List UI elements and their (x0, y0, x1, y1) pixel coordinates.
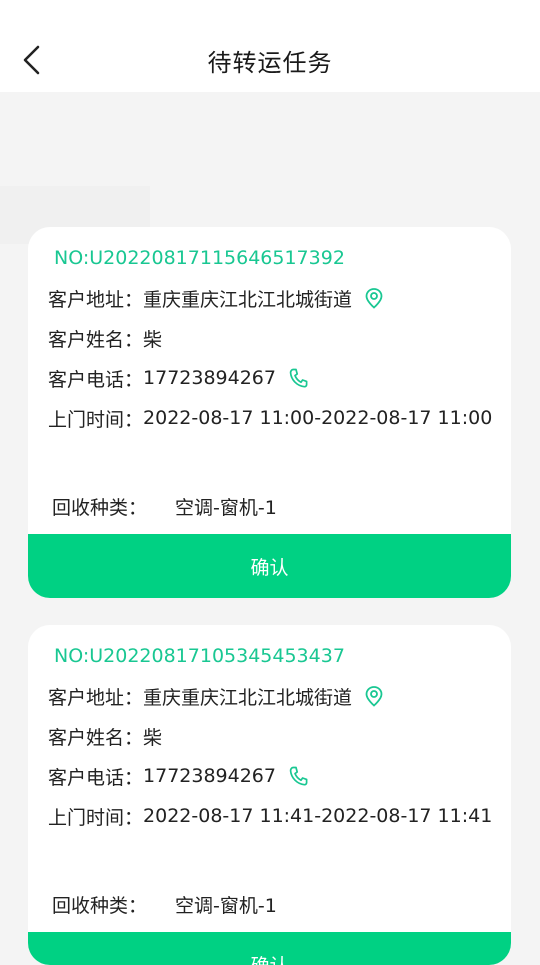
name-row: 客户姓名： 柴 (48, 323, 162, 353)
address-row: 客户地址： 重庆重庆江北江北城街道 (48, 283, 384, 313)
time-row: 上门时间： 2022-08-17 11:41-2022-08-17 11:41 (48, 801, 492, 831)
type-row: 回收种类： 空调-窗机-1 (52, 889, 277, 919)
app-header: 待转运任务 (0, 0, 540, 92)
time-label: 上门时间： (48, 408, 144, 431)
address-label: 客户地址： (48, 288, 144, 311)
type-row: 回收种类： 空调-窗机-1 (52, 491, 277, 521)
address-label: 客户地址： (48, 686, 144, 709)
type-label: 回收种类： (52, 894, 148, 917)
name-label: 客户姓名： (48, 726, 144, 749)
phone-row: 客户电话： 17723894267 (48, 363, 308, 393)
name-value: 柴 (143, 328, 163, 351)
task-card: NO:U20220817105345453437 客户地址： 重庆重庆江北江北城… (28, 625, 511, 965)
address-row: 客户地址： 重庆重庆江北江北城街道 (48, 681, 384, 711)
phone-icon[interactable] (288, 367, 308, 389)
time-label: 上门时间： (48, 806, 144, 829)
phone-label: 客户电话： (48, 368, 144, 391)
order-number: NO:U20220817115646517392 (54, 247, 345, 269)
type-value: 空调-窗机-1 (175, 894, 277, 917)
page-title: 待转运任务 (207, 49, 333, 77)
task-card: NO:U20220817115646517392 客户地址： 重庆重庆江北江北城… (28, 227, 511, 598)
phone-value: 17723894267 (143, 367, 276, 389)
name-value: 柴 (143, 726, 163, 749)
type-value: 空调-窗机-1 (175, 496, 277, 519)
address-value: 重庆重庆江北江北城街道 (143, 288, 353, 311)
location-pin-icon[interactable] (364, 287, 384, 309)
confirm-button[interactable]: 确认 (28, 932, 511, 965)
time-value: 2022-08-17 11:41-2022-08-17 11:41 (143, 805, 493, 827)
time-row: 上门时间： 2022-08-17 11:00-2022-08-17 11:00 (48, 403, 492, 433)
confirm-button[interactable]: 确认 (28, 534, 511, 598)
time-value: 2022-08-17 11:00-2022-08-17 11:00 (143, 407, 493, 429)
phone-icon[interactable] (288, 765, 308, 787)
location-pin-icon[interactable] (364, 685, 384, 707)
phone-row: 客户电话： 17723894267 (48, 761, 308, 791)
phone-label: 客户电话： (48, 766, 144, 789)
name-row: 客户姓名： 柴 (48, 721, 162, 751)
address-value: 重庆重庆江北江北城街道 (143, 686, 353, 709)
type-label: 回收种类： (52, 496, 148, 519)
order-number: NO:U20220817105345453437 (54, 645, 345, 667)
phone-value: 17723894267 (143, 765, 276, 787)
name-label: 客户姓名： (48, 328, 144, 351)
